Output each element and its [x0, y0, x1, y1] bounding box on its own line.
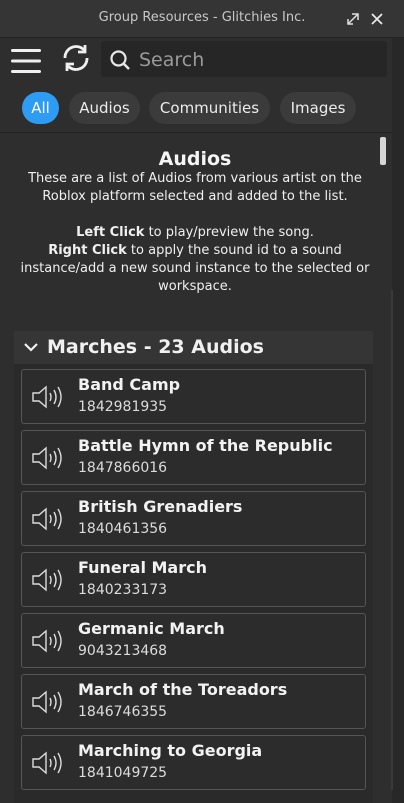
section-title: Marches - 23 Audios	[47, 336, 264, 358]
audio-id: 1840461356	[78, 521, 168, 537]
hamburger-menu-icon[interactable]	[11, 48, 41, 74]
close-icon[interactable]	[370, 12, 384, 26]
audio-id: 1842981935	[78, 399, 168, 415]
search-input[interactable]	[137, 45, 381, 75]
section-header[interactable]: Marches - 23 Audios	[14, 331, 373, 364]
window-right-edge	[392, 38, 404, 803]
window-title: Group Resources - Glitchies Inc.	[98, 10, 306, 25]
filter-communities-chip[interactable]: Communities	[149, 92, 270, 124]
audio-name: March of the Toreadors	[78, 680, 288, 699]
toolbar	[0, 38, 404, 84]
left-click-label: Left Click	[76, 225, 145, 240]
refresh-icon[interactable]	[61, 43, 91, 73]
filter-audios-chip[interactable]: Audios	[69, 92, 140, 124]
speaker-icon	[32, 751, 62, 775]
audios-info-panel: Audios These are a list of Audios from v…	[10, 150, 380, 296]
marches-section: Marches - 23 Audios Band Camp 1842981935…	[14, 331, 373, 803]
filter-all-chip[interactable]: All	[22, 92, 59, 124]
audio-item[interactable]: British Grenadiers 1840461356	[21, 491, 366, 546]
audio-name: Battle Hymn of the Republic	[78, 436, 333, 455]
audio-name: Band Camp	[78, 375, 181, 394]
audio-id: 1846746355	[78, 704, 168, 720]
audio-list: Band Camp 1842981935 Battle Hymn of the …	[21, 369, 366, 796]
window-titlebar: Group Resources - Glitchies Inc.	[0, 0, 404, 38]
left-click-instruction: Left Click to play/preview the song.	[10, 224, 380, 242]
audio-item[interactable]: Band Camp 1842981935	[21, 369, 366, 424]
audio-item[interactable]: March of the Toreadors 1846746355	[21, 674, 366, 729]
audio-item[interactable]: Funeral March 1840233173	[21, 552, 366, 607]
search-icon	[110, 50, 130, 70]
scrollbar-track[interactable]	[378, 132, 392, 792]
audio-name: British Grenadiers	[78, 497, 243, 516]
list-scrollbar-track	[391, 290, 393, 790]
audio-id: 9043213468	[78, 643, 168, 659]
left-click-text: to play/preview the song.	[144, 225, 314, 240]
divider	[0, 132, 392, 133]
audio-item[interactable]: Germanic March 9043213468	[21, 613, 366, 668]
filter-chips: All Audios Communities Images	[0, 86, 392, 130]
audio-name: Funeral March	[78, 558, 207, 577]
info-title: Audios	[158, 148, 232, 170]
search-box[interactable]	[101, 41, 387, 77]
audio-id: 1840233173	[78, 582, 168, 598]
right-click-label: Right Click	[48, 243, 127, 258]
undock-icon[interactable]	[346, 12, 360, 26]
audio-name: Germanic March	[78, 619, 225, 638]
speaker-icon	[32, 690, 62, 714]
audio-id: 1847866016	[78, 460, 168, 476]
filter-images-chip[interactable]: Images	[280, 92, 356, 124]
speaker-icon	[32, 629, 62, 653]
audio-item[interactable]: Marching to Georgia 1841049725	[21, 735, 366, 790]
chevron-down-icon	[24, 343, 38, 352]
audio-item[interactable]: Battle Hymn of the Republic 1847866016	[21, 430, 366, 485]
speaker-icon	[32, 446, 62, 470]
info-description: These are a list of Audios from various …	[28, 171, 362, 204]
speaker-icon	[32, 507, 62, 531]
scrollbar-thumb[interactable]	[380, 137, 386, 165]
speaker-icon	[32, 385, 62, 409]
speaker-icon	[32, 568, 62, 592]
right-click-instruction: Right Click to apply the sound id to a s…	[10, 242, 380, 296]
audio-name: Marching to Georgia	[78, 741, 263, 760]
audio-id: 1841049725	[78, 765, 168, 781]
